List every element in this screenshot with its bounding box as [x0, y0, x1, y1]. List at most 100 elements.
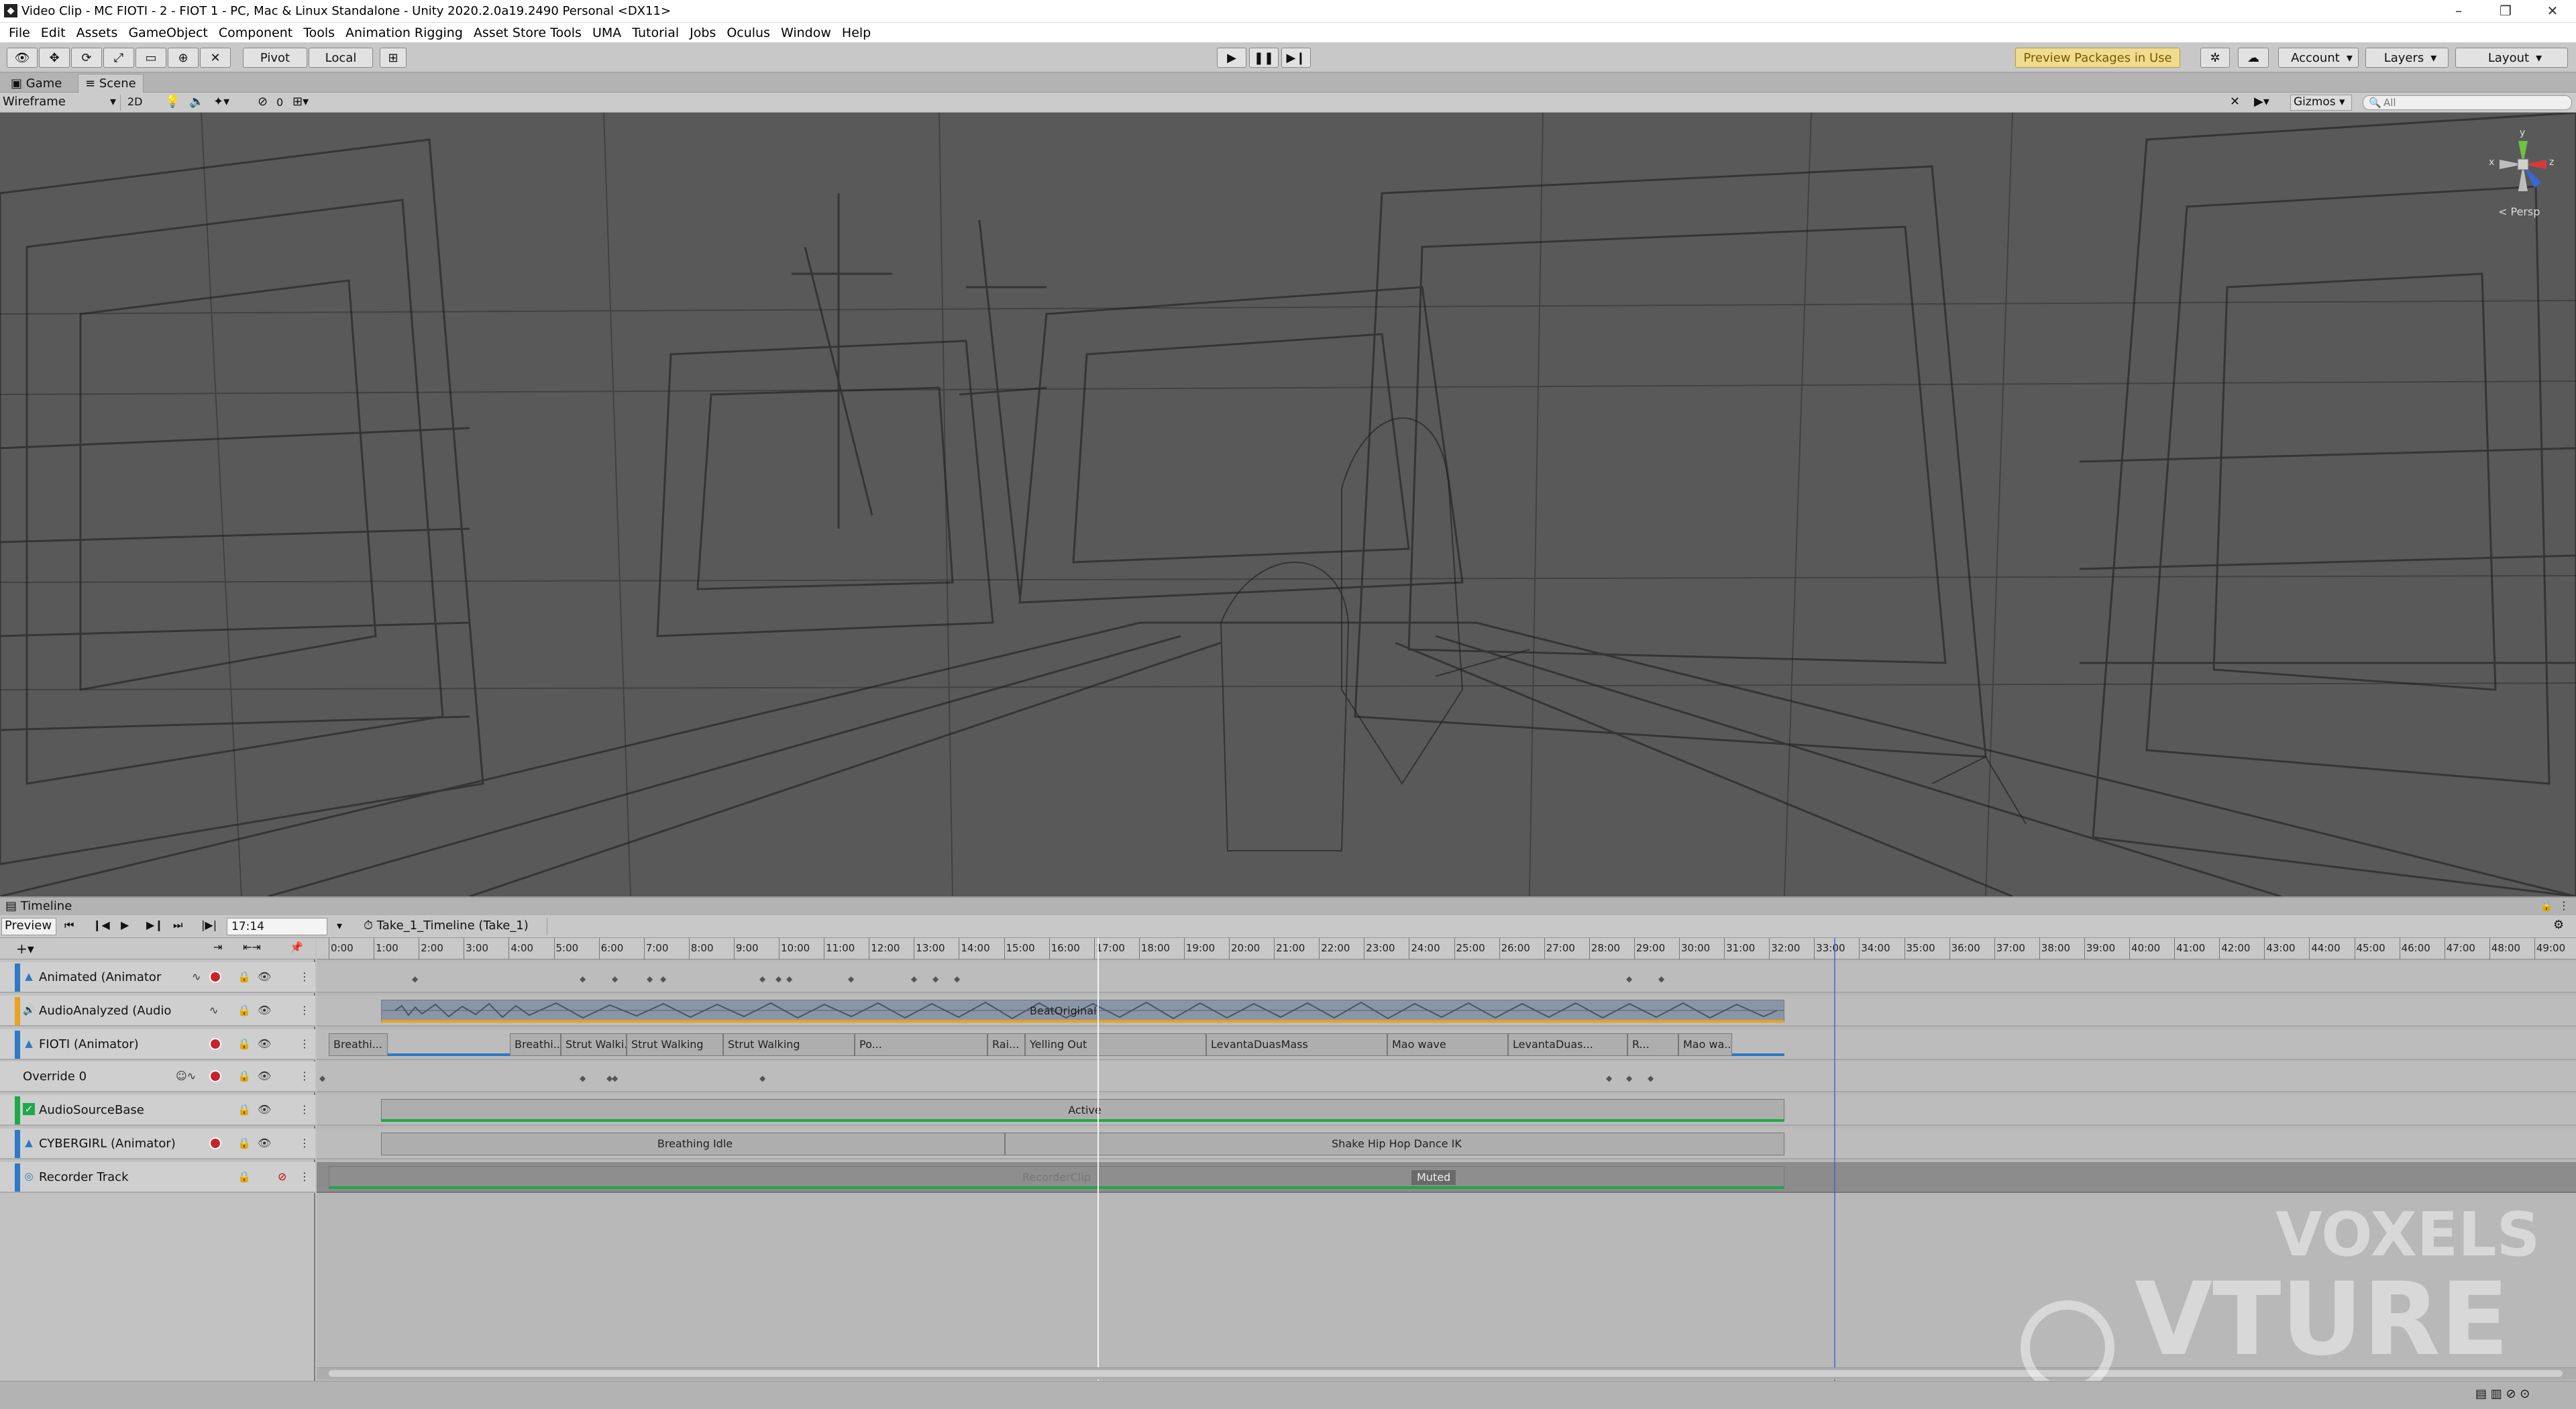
anim-clip[interactable]: Yelling Out: [1025, 1033, 1206, 1056]
pin-icon[interactable]: 📌: [290, 941, 303, 953]
track-header-cybergirl[interactable]: ▲ CYBERGIRL (Animator) 🔒 👁 ⋮: [0, 1129, 315, 1159]
menu-uma[interactable]: UMA: [588, 25, 626, 40]
loop-range-icon[interactable]: |▶|: [201, 919, 217, 931]
playhead[interactable]: [1097, 938, 1099, 1381]
anim-clip[interactable]: Breathi...: [510, 1033, 561, 1056]
curves-icon[interactable]: ∿: [192, 970, 201, 983]
cloud-icon[interactable]: ☁: [2238, 48, 2269, 68]
gizmos-dropdown[interactable]: Gizmos ▾: [2290, 95, 2352, 111]
menu-component[interactable]: Component: [214, 25, 297, 40]
anim-clip[interactable]: Strut Walki...: [561, 1033, 627, 1056]
menu-asset-store-tools[interactable]: Asset Store Tools: [469, 25, 586, 40]
hidden-objects-icon[interactable]: ⊘: [258, 95, 268, 109]
add-track-button[interactable]: +▾: [16, 941, 34, 957]
lock-track-icon[interactable]: 🔒: [237, 1037, 251, 1050]
mute-track-icon[interactable]: 👁: [258, 1037, 271, 1050]
view-tool-icon[interactable]: 👁: [7, 48, 38, 68]
menu-tutorial[interactable]: Tutorial: [627, 25, 684, 40]
track-header-audiosourcebase[interactable]: ✓ AudioSourceBase 🔒 👁 ⋮: [0, 1095, 315, 1126]
anim-clip[interactable]: Breathing Idle: [381, 1133, 1005, 1155]
lock-track-icon[interactable]: 🔒: [237, 1170, 251, 1183]
keyframes-override[interactable]: ◆ ◆ ◆ ◆ ◆ ◆ ◆ ◆: [317, 1074, 2576, 1083]
menu-tools[interactable]: Tools: [299, 25, 339, 40]
track-menu-icon[interactable]: ⋮: [299, 1137, 310, 1149]
menu-jobs[interactable]: Jobs: [685, 25, 720, 40]
tab-game[interactable]: ▣ Game: [4, 74, 68, 93]
lock-track-icon[interactable]: 🔒: [237, 1004, 251, 1016]
record-button[interactable]: [209, 971, 221, 983]
scene-search-input[interactable]: 🔍 All: [2363, 95, 2572, 110]
anim-clip[interactable]: Strut Walking: [723, 1033, 855, 1056]
menu-assets[interactable]: Assets: [72, 25, 123, 40]
scale-tool-icon[interactable]: ⤢: [103, 48, 134, 68]
anim-clip[interactable]: Shake Hip Hop Dance IK: [1005, 1133, 1784, 1155]
recorder-clip[interactable]: RecorderClip: [329, 1166, 1784, 1189]
record-button[interactable]: [209, 1137, 221, 1149]
preview-button[interactable]: Preview: [1, 918, 56, 935]
goto-start-icon[interactable]: ⏮: [64, 919, 74, 932]
track-header-recorder[interactable]: ◎ Recorder Track 🔒 ⊘ ⋮: [0, 1162, 315, 1193]
time-ruler[interactable]: 0:00 1:00 2:00 3:00 4:00 5:00 6:00 7:00 8:00 9:00…: [317, 938, 2576, 959]
track-menu-icon[interactable]: ⋮: [299, 1037, 310, 1050]
pause-button[interactable]: ❚❚: [1249, 48, 1279, 68]
orientation-gizmo[interactable]: y z x: [2486, 127, 2560, 201]
play-button[interactable]: ▶: [1217, 48, 1246, 68]
minimize-icon[interactable]: –: [2435, 0, 2482, 23]
move-tool-icon[interactable]: ✥: [39, 48, 70, 68]
avatar-mask-icon[interactable]: ☺∿: [176, 1069, 196, 1082]
shading-mode-dropdown[interactable]: Wireframe ▾: [3, 95, 121, 111]
projection-label[interactable]: < Persp: [2498, 205, 2540, 218]
clip-edit-mode-icon[interactable]: ⇥: [213, 941, 222, 953]
play-timeline-icon[interactable]: ▶: [121, 919, 129, 931]
activation-checkbox-icon[interactable]: ✓: [23, 1103, 35, 1115]
maximize-icon[interactable]: ❐: [2482, 0, 2529, 23]
track-header-animated[interactable]: ▲ Animated (Animator ∿ 🔒 👁 ⋮: [0, 962, 315, 993]
keyframes-animated[interactable]: ◆ ◆ ◆ ◆ ◆ ◆ ◆ ◆ ◆ ◆ ◆ ◆ ◆ ◆: [317, 974, 2576, 984]
timeline-breadcrumb[interactable]: ⏱ Take_1_Timeline (Take_1): [360, 918, 547, 935]
anim-clip[interactable]: Po...: [855, 1033, 987, 1056]
tracks-area[interactable]: 0:00 1:00 2:00 3:00 4:00 5:00 6:00 7:00 8:00 9:00…: [317, 938, 2576, 1381]
lock-track-icon[interactable]: 🔒: [237, 1103, 251, 1116]
anim-clip[interactable]: Rai...: [987, 1033, 1025, 1056]
audio-clip[interactable]: BeatOriginal: [381, 1000, 1784, 1023]
close-icon[interactable]: ✕: [2529, 0, 2576, 23]
anim-clip[interactable]: Breathi...: [329, 1033, 388, 1056]
track-header-fioti[interactable]: ▲ FIOTI (Animator) 🔒 👁 ⋮: [0, 1029, 315, 1060]
tools-icon[interactable]: ✕: [2230, 95, 2240, 109]
anim-clip[interactable]: R...: [1627, 1033, 1678, 1056]
rotate-tool-icon[interactable]: ⟳: [71, 48, 102, 68]
lock-track-icon[interactable]: 🔒: [237, 1137, 251, 1149]
lock-track-icon[interactable]: 🔒: [237, 970, 251, 983]
lock-icon[interactable]: 🔒: [2540, 899, 2553, 912]
track-header-audioanalyzed[interactable]: 🔊 AudioAnalyzed (Audio ∿ 🔒 👁 ⋮: [0, 996, 315, 1027]
frame-all-icon[interactable]: ⇤⇥: [243, 941, 261, 953]
menu-oculus[interactable]: Oculus: [722, 25, 775, 40]
2d-toggle[interactable]: 2D: [127, 95, 143, 108]
custom-tool-icon[interactable]: ✕: [200, 48, 231, 68]
record-button[interactable]: [209, 1038, 221, 1050]
account-dropdown[interactable]: Account ▾: [2278, 48, 2359, 68]
layers-dropdown[interactable]: Layers ▾: [2365, 48, 2449, 68]
time-format-dropdown[interactable]: ▾: [337, 919, 342, 932]
lighting-icon[interactable]: 💡: [165, 95, 180, 109]
snap-icon[interactable]: ⊞: [380, 48, 407, 68]
next-frame-icon[interactable]: ▶❙: [146, 919, 164, 931]
track-menu-icon[interactable]: ⋮: [299, 1170, 310, 1183]
menu-gameobject[interactable]: GameObject: [123, 25, 212, 40]
menu-window[interactable]: Window: [776, 25, 836, 40]
grid-icon[interactable]: ⊞▾: [292, 95, 309, 109]
prev-frame-icon[interactable]: ❙◀: [93, 919, 110, 931]
scene-viewport[interactable]: y z x < Persp: [0, 113, 2576, 896]
menu-animation-rigging[interactable]: Animation Rigging: [341, 25, 468, 40]
muted-track-icon[interactable]: ⊘: [278, 1170, 286, 1183]
transform-tool-icon[interactable]: ⊕: [168, 48, 199, 68]
track-menu-icon[interactable]: ⋮: [299, 1069, 310, 1082]
menu-file[interactable]: File: [4, 25, 35, 40]
mute-track-icon[interactable]: 👁: [258, 1069, 271, 1082]
anim-clip[interactable]: Mao wave: [1387, 1033, 1508, 1056]
record-button[interactable]: [209, 1070, 221, 1082]
activation-clip[interactable]: Active: [381, 1099, 1784, 1122]
effects-icon[interactable]: ✦▾: [213, 95, 229, 109]
status-icons[interactable]: ▤ ▥ ⊘ ⊙: [2475, 1387, 2530, 1401]
menu-edit[interactable]: Edit: [36, 25, 70, 40]
